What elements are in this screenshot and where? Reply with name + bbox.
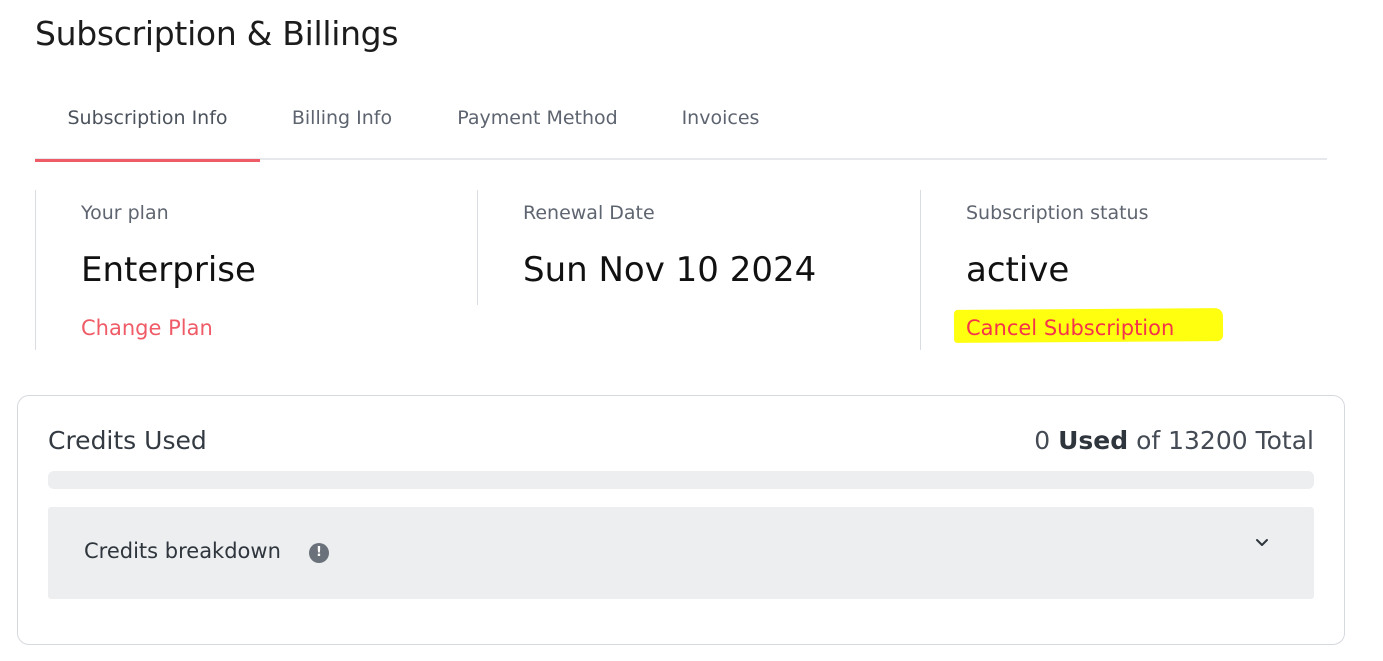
tab-invoices[interactable]: Invoices	[651, 100, 790, 160]
credits-breakdown-label: Credits breakdown	[84, 539, 281, 563]
status-label: Subscription status	[966, 202, 1149, 224]
tab-bar: Subscription Info Billing Info Payment M…	[35, 100, 1327, 162]
info-icon[interactable]: !	[309, 543, 329, 563]
plan-value: Enterprise	[81, 250, 256, 290]
page-title: Subscription & Billings	[35, 14, 399, 53]
renewal-section: Renewal Date Sun Nov 10 2024	[477, 190, 920, 305]
credits-summary: 0 Used of 13200 Total	[1034, 426, 1314, 455]
plan-label: Your plan	[81, 202, 169, 224]
plan-section: Your plan Enterprise Change Plan	[35, 190, 477, 350]
tab-subscription-info[interactable]: Subscription Info	[35, 100, 260, 162]
credits-used-label: Used	[1058, 426, 1129, 455]
tab-payment-method[interactable]: Payment Method	[424, 100, 651, 160]
renewal-label: Renewal Date	[523, 202, 655, 224]
status-value: active	[966, 250, 1070, 290]
credits-total: 13200 Total	[1168, 426, 1314, 455]
change-plan-link[interactable]: Change Plan	[81, 316, 213, 340]
credits-card: Credits Used 0 Used of 13200 Total Credi…	[17, 395, 1345, 645]
cancel-subscription-link[interactable]: Cancel Subscription	[966, 316, 1174, 340]
tab-billing-info[interactable]: Billing Info	[260, 100, 424, 160]
renewal-date-value: Sun Nov 10 2024	[523, 250, 817, 290]
credits-breakdown-toggle[interactable]: Credits breakdown !	[48, 507, 1314, 599]
status-section: Subscription status active Cancel Subscr…	[920, 190, 1340, 350]
credits-progress-bar	[48, 471, 1314, 489]
credits-title: Credits Used	[48, 426, 207, 455]
credits-used-value: 0	[1034, 426, 1051, 455]
chevron-down-icon[interactable]	[1254, 535, 1270, 551]
subscription-billing-page: Subscription & Billings Subscription Inf…	[0, 0, 1383, 661]
credits-of-text: of	[1136, 426, 1161, 455]
